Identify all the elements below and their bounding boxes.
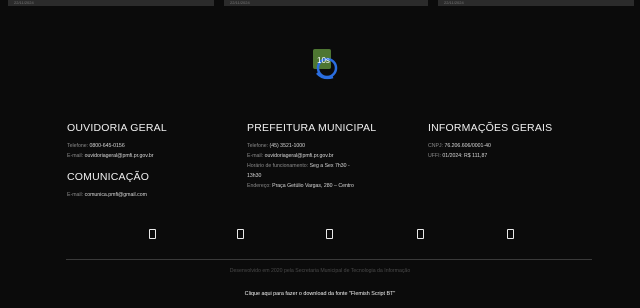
prefeitura-phone: Telefone: (45) 3521-1000: [247, 141, 417, 151]
news-date: 22/11/2024: [14, 0, 34, 5]
news-thumbnail[interactable]: 22/11/2024: [224, 0, 428, 6]
email-label: E-mail:: [67, 153, 84, 159]
city-logo[interactable]: 10s: [311, 47, 341, 81]
linkedin-icon[interactable]: [417, 229, 424, 239]
news-thumbnail[interactable]: 22/11/2024: [438, 0, 634, 6]
footer-column-informacoes: INFORMAÇÕES GERAIS CNPJ: 76.206.606/0001…: [428, 122, 598, 161]
news-date: 22/11/2024: [230, 0, 250, 5]
address-label: Endereço:: [247, 183, 271, 189]
prefeitura-email: E-mail: ouvidoriageral@pmfi.pr.gov.br: [247, 151, 417, 161]
email-label: E-mail:: [247, 153, 264, 159]
credit-text: Desenvolvido em 2020 pela Secretaria Mun…: [229, 268, 411, 274]
cnpj-value: 76.206.606/0001-40: [444, 143, 491, 149]
phone-value[interactable]: 0800-645-0156: [90, 143, 125, 149]
footer-divider: [66, 259, 592, 260]
email-link[interactable]: comunica.pmfi@gmail.com: [85, 192, 147, 198]
whatsapp-icon[interactable]: [507, 229, 514, 239]
prefeitura-address: Endereço: Praça Getúlio Vargas, 280 – Ce…: [247, 181, 417, 191]
prefeitura-hours: Horário de funcionamento: Seg a Sex 7h30…: [247, 161, 365, 181]
social-links: [0, 229, 640, 245]
facebook-icon[interactable]: [149, 229, 156, 239]
font-download-link[interactable]: Clique aqui para fazer o download da fon…: [0, 291, 640, 297]
cnpj-label: CNPJ:: [428, 143, 443, 149]
phone-label: Telefone:: [247, 143, 269, 149]
ouvidoria-email: E-mail: ouvidoriageral@pmfi.pr.gov.br: [67, 151, 237, 161]
phone-label: Telefone:: [67, 143, 89, 149]
ouvidoria-phone: Telefone: 0800-645-0156: [67, 141, 237, 151]
email-link[interactable]: ouvidoriageral@pmfi.pr.gov.br: [85, 153, 154, 159]
prefeitura-title: PREFEITURA MUNICIPAL: [247, 122, 377, 134]
youtube-icon[interactable]: [326, 229, 333, 239]
news-date: 22/11/2024: [444, 0, 464, 5]
email-link[interactable]: ouvidoriageral@pmfi.pr.gov.br: [265, 153, 334, 159]
footer-column-prefeitura: PREFEITURA MUNICIPAL Telefone: (45) 3521…: [247, 122, 417, 191]
footer-column-ouvidoria: OUVIDORIA GERAL Telefone: 0800-645-0156 …: [67, 122, 237, 200]
comunicacao-email: E-mail: comunica.pmfi@gmail.com: [67, 190, 237, 200]
instagram-icon[interactable]: [237, 229, 244, 239]
comunicacao-title: COMUNICAÇÃO: [67, 171, 150, 183]
news-thumbnails: 22/11/2024 22/11/2024 22/11/2024: [0, 0, 640, 6]
informacoes-title: INFORMAÇÕES GERAIS: [428, 122, 553, 134]
ouvidoria-title: OUVIDORIA GERAL: [67, 122, 167, 134]
news-thumbnail[interactable]: 22/11/2024: [8, 0, 214, 6]
ufir-label: UFFI:: [428, 153, 441, 159]
phone-value[interactable]: (45) 3521-1000: [270, 143, 305, 149]
informacoes-cnpj: CNPJ: 76.206.606/0001-40: [428, 141, 598, 151]
hours-label: Horário de funcionamento:: [247, 163, 309, 169]
logo-text: 10s: [317, 56, 330, 65]
informacoes-ufir: UFFI: 01/2024: R$ 111,87: [428, 151, 598, 161]
address-value: Praça Getúlio Vargas, 280 – Centro: [272, 183, 354, 189]
email-label: E-mail:: [67, 192, 84, 198]
ufir-value: 01/2024: R$ 111,87: [442, 153, 488, 159]
